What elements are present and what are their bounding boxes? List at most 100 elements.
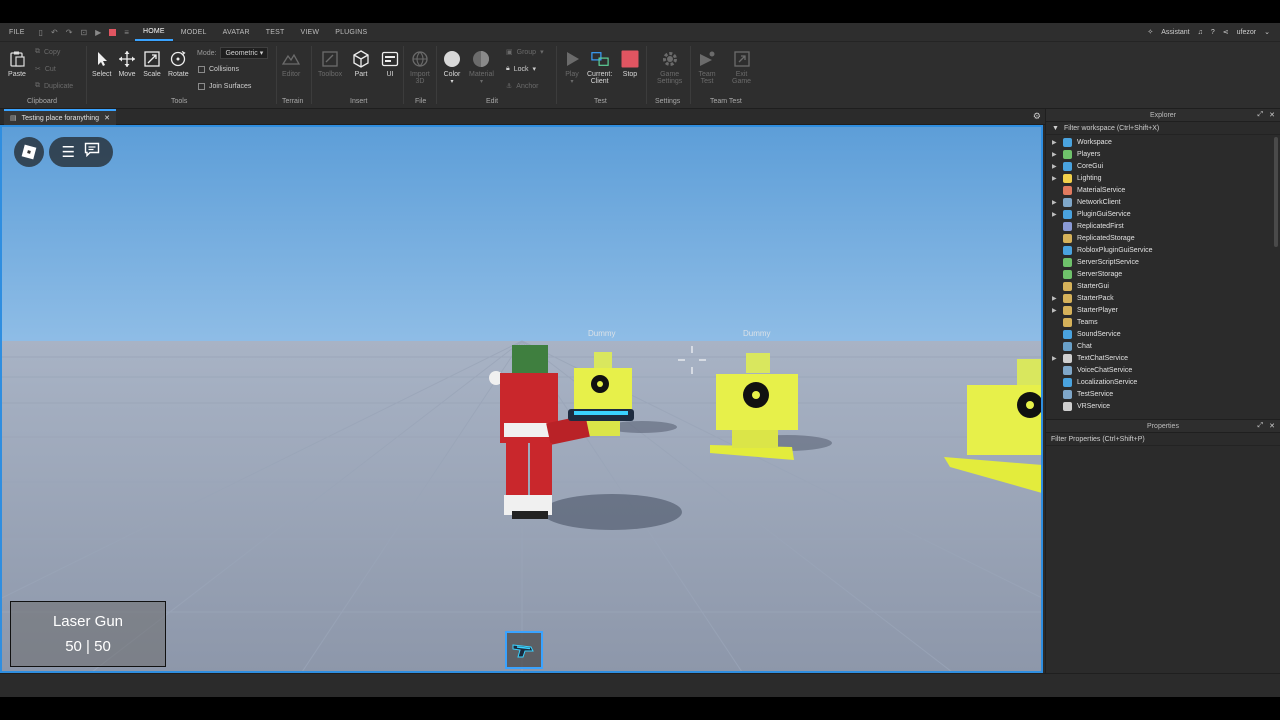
tab-test[interactable]: TEST [258,29,293,36]
expand-arrow-icon[interactable]: ▶ [1046,163,1060,170]
expand-arrow-icon[interactable]: ▶ [1046,139,1060,146]
hamburger-menu-icon[interactable]: ☰ [62,145,75,160]
assistant-button[interactable]: Assistant [1161,29,1189,36]
undock-icon[interactable]: ⤢ [1258,422,1264,430]
explorer-item[interactable]: ▶ Players [1046,148,1280,160]
terrain-editor-button[interactable]: Editor [282,50,300,78]
properties-filter-input[interactable]: Filter Properties (Ctrl+Shift+P) [1046,433,1280,446]
join-surfaces-toggle[interactable]: Join Surfaces [198,83,251,90]
material-dropdown-icon[interactable]: ▾ [480,78,483,85]
lock-button[interactable]: 🔒︎ Lock ▾ [506,65,536,73]
expand-arrow-icon[interactable]: ▶ [1046,199,1060,206]
explorer-item[interactable]: TestService [1046,388,1280,400]
explorer-item[interactable]: RobloxPluginGuiService [1046,244,1280,256]
material-button[interactable]: Material ▾ [469,50,494,85]
part-button[interactable]: Part [352,50,370,78]
rotate-button[interactable]: Rotate [168,50,189,78]
explorer-item[interactable]: ServerScriptService [1046,256,1280,268]
game-viewport[interactable]: Dummy Dummy ☰ Laser Gun 50 | 50 [0,125,1043,673]
team-test-button[interactable]: Team Test [698,50,716,85]
explorer-item[interactable]: ▶ TextChatService [1046,352,1280,364]
explorer-item[interactable]: ReplicatedStorage [1046,232,1280,244]
expand-arrow-icon[interactable]: ▶ [1046,355,1060,362]
share-icon[interactable]: ⋖ [1223,28,1229,36]
explorer-item[interactable]: ReplicatedFirst [1046,220,1280,232]
help-icon[interactable]: ? [1211,29,1215,36]
copy-button[interactable]: ⧉ Copy [35,48,60,56]
tab-model[interactable]: MODEL [173,29,215,36]
group-button[interactable]: ▣ Group ▾ [506,48,544,57]
ui-button[interactable]: UI [381,50,399,78]
expand-arrow-icon[interactable]: ▶ [1046,151,1060,158]
explorer-item[interactable]: ▶ Workspace [1046,136,1280,148]
roblox-menu-button[interactable] [14,137,44,167]
stop-small-icon[interactable] [109,28,117,36]
paste-button[interactable]: Paste [8,50,26,78]
group-dropdown-icon[interactable]: ▾ [540,48,544,56]
mode-select[interactable]: Geometric ▾ [220,47,269,59]
collisions-checkbox[interactable] [198,66,205,73]
play-button[interactable]: Play ▾ [563,50,581,85]
undock-icon[interactable]: ⤢ [1258,111,1264,119]
explorer-item[interactable]: VoiceChatService [1046,364,1280,376]
play-small-icon[interactable]: ▶ [95,28,101,37]
color-button[interactable]: Color ▾ [443,50,461,85]
move-button[interactable]: Move [118,50,136,78]
collisions-toggle[interactable]: Collisions [198,66,239,73]
assistant-icon[interactable]: ✧ [1147,28,1153,36]
select-button[interactable]: Select [92,50,111,78]
save-icon[interactable]: ▯ [39,28,43,37]
undo-icon[interactable]: ↶ [51,28,58,37]
user-name[interactable]: ufezor [1237,29,1256,36]
explorer-item[interactable]: VRService [1046,400,1280,412]
join-surfaces-checkbox[interactable] [198,83,205,90]
play-dropdown-icon[interactable]: ▾ [570,78,573,85]
close-explorer-icon[interactable]: ✕ [1269,111,1275,119]
explorer-item[interactable]: ▶ NetworkClient [1046,196,1280,208]
import-3d-button[interactable]: Import 3D [410,50,430,85]
toolbox-button[interactable]: Toolbox [318,50,342,78]
close-tab-icon[interactable]: ✕ [104,114,110,122]
explorer-item[interactable]: Teams [1046,316,1280,328]
explorer-filter-input[interactable]: ▼ Filter workspace (Ctrl+Shift+X) [1046,122,1280,135]
explorer-item[interactable]: ▶ StarterPlayer [1046,304,1280,316]
expand-arrow-icon[interactable]: ▶ [1046,295,1060,302]
bell-icon[interactable]: ♫ [1198,29,1203,36]
redo-icon[interactable]: ↷ [66,28,73,37]
cut-button[interactable]: ✂ Cut [35,65,56,74]
expand-arrow-icon[interactable]: ▶ [1046,211,1060,218]
duplicate-button[interactable]: ⧉ Duplicate [35,82,73,90]
scale-button[interactable]: Scale [143,50,161,78]
color-dropdown-icon[interactable]: ▾ [450,78,453,85]
explorer-item[interactable]: MaterialService [1046,184,1280,196]
document-tab[interactable]: ▤ Testing place foranything ✕ [4,109,116,125]
menu-file[interactable]: FILE [0,29,33,36]
close-properties-icon[interactable]: ✕ [1269,422,1275,430]
explorer-item[interactable]: SoundService [1046,328,1280,340]
publish-icon[interactable]: ⊡ [80,28,87,37]
tab-home[interactable]: HOME [134,23,173,41]
tab-plugins[interactable]: PLUGINS [327,29,375,36]
explorer-item[interactable]: Chat [1046,340,1280,352]
lock-dropdown-icon[interactable]: ▾ [533,65,537,73]
expand-arrow-icon[interactable]: ▶ [1046,175,1060,182]
chevron-down-icon[interactable]: ⌄ [1264,28,1270,36]
hotbar-slot-laser-gun[interactable] [505,631,543,669]
exit-game-button[interactable]: Exit Game [732,50,751,85]
game-settings-button[interactable]: Game Settings [657,50,682,85]
viewport-settings-gear-icon[interactable]: ⚙ [1033,111,1041,122]
explorer-scrollbar[interactable] [1274,137,1278,247]
explorer-item[interactable]: ▶ Lighting [1046,172,1280,184]
explorer-item[interactable]: StarterGui [1046,280,1280,292]
expand-arrow-icon[interactable]: ▶ [1046,307,1060,314]
tab-view[interactable]: VIEW [293,29,328,36]
anchor-button[interactable]: ⚓︎ Anchor [506,82,538,91]
tab-avatar[interactable]: AVATAR [215,29,258,36]
current-client-button[interactable]: Current: Client [587,50,612,85]
explorer-item[interactable]: ▶ PluginGuiService [1046,208,1280,220]
explorer-item[interactable]: ServerStorage [1046,268,1280,280]
explorer-item[interactable]: ▶ StarterPack [1046,292,1280,304]
stop-button[interactable]: Stop [621,50,639,78]
chat-icon[interactable] [84,142,100,162]
explorer-item[interactable]: LocalizationService [1046,376,1280,388]
